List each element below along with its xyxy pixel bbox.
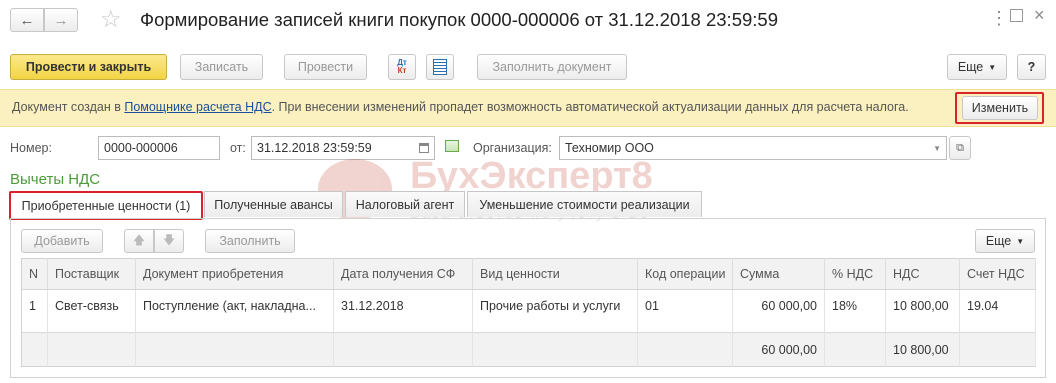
tab-tax-agent[interactable]: Налоговый агент bbox=[345, 191, 465, 217]
col-vat[interactable]: НДС bbox=[885, 258, 960, 290]
vat-helper-link[interactable]: Помощнике расчета НДС bbox=[124, 100, 271, 114]
report-button[interactable] bbox=[426, 54, 454, 80]
chevron-down-icon: ▼ bbox=[988, 62, 997, 72]
section-title: Вычеты НДС bbox=[10, 171, 101, 188]
calendar-icon[interactable] bbox=[419, 143, 429, 153]
fill-button[interactable]: Заполнить bbox=[205, 229, 295, 253]
col-sum[interactable]: Сумма bbox=[732, 258, 825, 290]
cell-vat: 10 800,00 bbox=[885, 289, 960, 321]
arrow-right-icon: → bbox=[53, 11, 69, 29]
tab-received-advances[interactable]: Полученные авансы bbox=[204, 191, 343, 217]
organization-label: Организация: bbox=[473, 141, 552, 155]
maximize-icon[interactable] bbox=[1010, 9, 1023, 22]
cell-sum: 60 000,00 bbox=[732, 289, 825, 321]
number-field[interactable]: 0000-000006 bbox=[98, 136, 220, 160]
total-sum: 60 000,00 bbox=[732, 332, 825, 367]
info-suffix: . При внесении изменений пропадет возмож… bbox=[271, 100, 909, 114]
cell-vat-account: 19.04 bbox=[959, 289, 1036, 321]
fill-document-button[interactable]: Заполнить документ bbox=[477, 54, 627, 80]
empty-row bbox=[21, 321, 1036, 333]
items-table: N Поставщик Документ приобретения Дата п… bbox=[21, 258, 1036, 367]
cell-operation-code: 01 bbox=[637, 289, 733, 321]
cell-value-type: Прочие работы и услуги bbox=[472, 289, 638, 321]
tab-highlight bbox=[9, 191, 203, 220]
arrow-down-icon: 🡇 bbox=[162, 232, 176, 247]
col-vat-rate[interactable]: % НДС bbox=[824, 258, 886, 290]
star-icon[interactable]: ☆ bbox=[100, 5, 122, 34]
add-button[interactable]: Добавить bbox=[21, 229, 103, 253]
col-operation-code[interactable]: Код операции bbox=[637, 258, 733, 290]
cell-document: Поступление (акт, накладна... bbox=[135, 289, 334, 321]
col-document[interactable]: Документ приобретения bbox=[135, 258, 334, 290]
dt-kt-button[interactable]: Дт Кт bbox=[388, 54, 416, 80]
date-value: 31.12.2018 23:59:59 bbox=[257, 141, 372, 155]
totals-row: 60 000,00 10 800,00 bbox=[21, 332, 1036, 367]
save-button[interactable]: Записать bbox=[180, 54, 263, 80]
help-button[interactable]: ? bbox=[1017, 54, 1046, 80]
report-icon bbox=[433, 59, 447, 75]
dt-kt-icon: Дт Кт bbox=[397, 58, 407, 75]
move-up-button[interactable]: 🡅 bbox=[124, 229, 154, 253]
open-icon: ⧉ bbox=[956, 141, 964, 154]
total-vat: 10 800,00 bbox=[885, 332, 960, 367]
table-more-label: Еще bbox=[985, 234, 1012, 248]
arrow-left-icon: ← bbox=[19, 11, 35, 29]
cell-n: 1 bbox=[21, 289, 48, 321]
date-label: от: bbox=[230, 141, 246, 155]
number-label: Номер: bbox=[10, 141, 52, 155]
organization-value: Техномир ООО bbox=[565, 141, 654, 155]
col-n[interactable]: N bbox=[21, 258, 48, 290]
table-more-button[interactable]: Еще ▼ bbox=[975, 229, 1035, 253]
more-label: Еще bbox=[957, 60, 984, 74]
col-vat-account[interactable]: Счет НДС bbox=[959, 258, 1036, 290]
table-row[interactable]: 1 Свет-связь Поступление (акт, накладна.… bbox=[21, 289, 1036, 321]
cell-vat-rate: 18% bbox=[824, 289, 886, 321]
change-button-highlight bbox=[955, 92, 1044, 124]
chevron-down-icon: ▼ bbox=[1016, 236, 1025, 246]
info-prefix: Документ создан в bbox=[12, 100, 125, 114]
move-down-button[interactable]: 🡇 bbox=[154, 229, 184, 253]
open-organization-button[interactable]: ⧉ bbox=[949, 136, 971, 160]
tab-sales-cost-reduction[interactable]: Уменьшение стоимости реализации bbox=[467, 191, 702, 217]
post-button[interactable]: Провести bbox=[284, 54, 367, 80]
window-title: Формирование записей книги покупок 0000-… bbox=[140, 9, 778, 30]
post-status-icon bbox=[445, 140, 459, 152]
col-invoice-date[interactable]: Дата получения СФ bbox=[333, 258, 473, 290]
cell-supplier: Свет-связь bbox=[47, 289, 136, 321]
info-message: Документ создан в Помощнике расчета НДС.… bbox=[12, 100, 909, 114]
table-header-row: N Поставщик Документ приобретения Дата п… bbox=[21, 258, 1036, 290]
back-button[interactable]: ← bbox=[10, 8, 44, 32]
dropdown-icon[interactable]: ▼ bbox=[933, 144, 941, 153]
cell-invoice-date: 31.12.2018 bbox=[333, 289, 473, 321]
close-icon[interactable]: × bbox=[1034, 5, 1045, 26]
title-bar: ← → ☆ Формирование записей книги покупок… bbox=[0, 0, 1056, 40]
more-button[interactable]: Еще ▼ bbox=[947, 54, 1007, 80]
col-supplier[interactable]: Поставщик bbox=[47, 258, 136, 290]
arrow-up-icon: 🡅 bbox=[132, 232, 146, 247]
forward-button[interactable]: → bbox=[44, 8, 78, 32]
col-value-type[interactable]: Вид ценности bbox=[472, 258, 638, 290]
post-and-close-button[interactable]: Провести и закрыть bbox=[10, 54, 167, 80]
info-bar: Документ создан в Помощнике расчета НДС.… bbox=[0, 89, 1056, 127]
kebab-menu-icon[interactable]: ⋮ bbox=[990, 8, 1008, 29]
